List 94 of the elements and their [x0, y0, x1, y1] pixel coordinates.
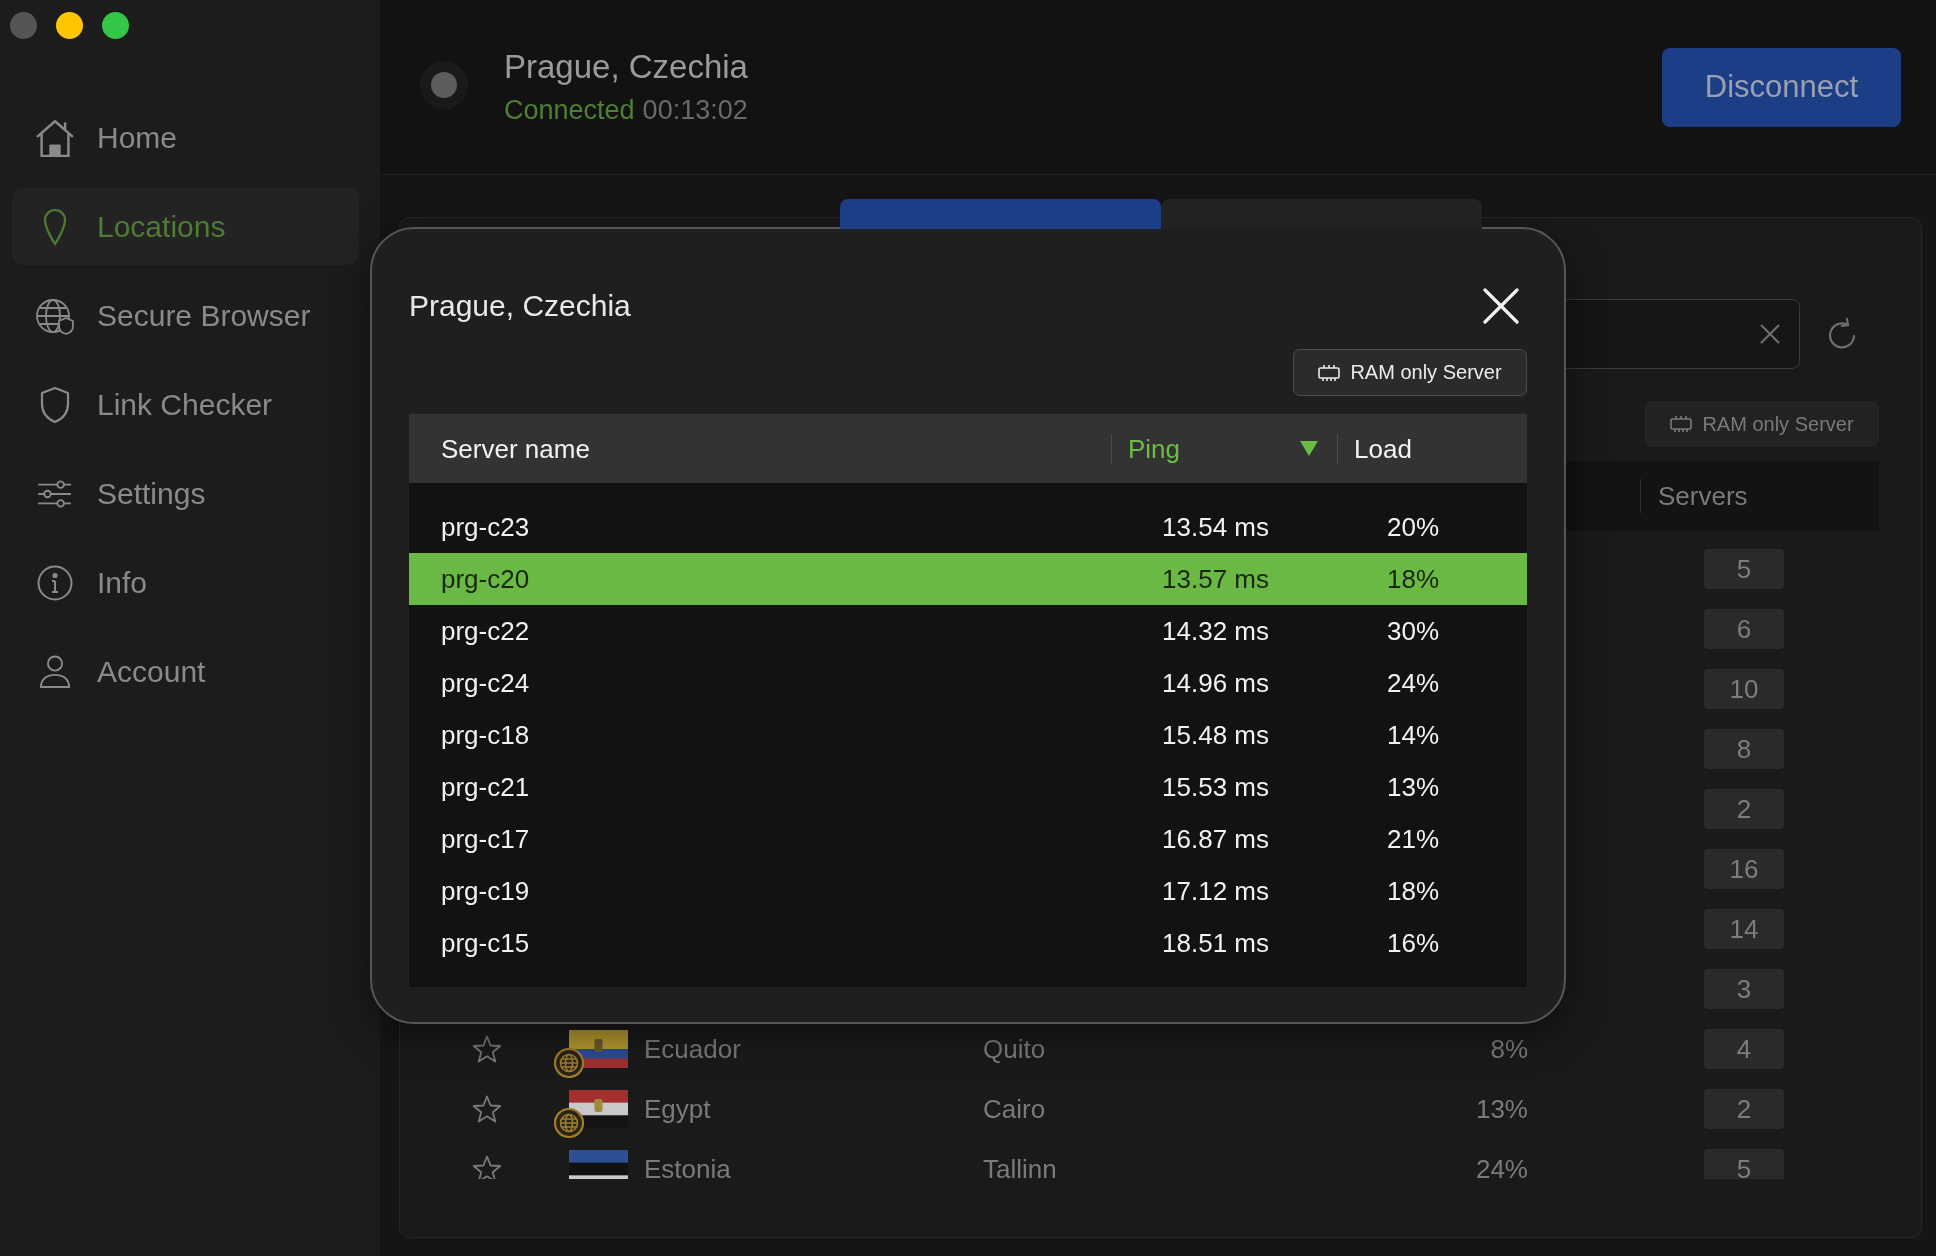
person-icon: [39, 653, 71, 690]
server-count: 14: [1704, 909, 1784, 949]
ping-value: 14.32 ms: [1162, 615, 1269, 647]
table-row[interactable]: prg-c23 13.54 ms 20%: [409, 501, 1527, 553]
shield-icon: [39, 385, 71, 424]
load-value: 16%: [1387, 927, 1440, 959]
sidebar-item[interactable]: Link Checker: [12, 366, 359, 443]
server-count: 16: [1704, 849, 1784, 889]
info-icon: [37, 564, 73, 601]
server-name: prg-c23: [440, 511, 530, 543]
load-value: 20%: [1387, 511, 1440, 543]
dialog-title: Prague, Czechia: [409, 289, 631, 323]
ping-value: 14.96 ms: [1162, 667, 1269, 699]
ram-filter-button[interactable]: RAM only Server: [1645, 401, 1879, 447]
sidebar-item[interactable]: Settings: [12, 455, 359, 532]
server-name: prg-c21: [440, 771, 530, 803]
ping-value: 15.53 ms: [1162, 771, 1269, 803]
city-name: Cairo: [983, 1093, 1046, 1125]
sidebar-item[interactable]: Home: [12, 99, 359, 176]
ping-value: 17.12 ms: [1162, 875, 1269, 907]
column-header[interactable]: Ping: [1128, 433, 1181, 464]
sidebar-item[interactable]: Info: [12, 544, 359, 621]
load-value: 8%: [1490, 1033, 1528, 1065]
load-value: 18%: [1387, 563, 1440, 595]
server-name: prg-c17: [440, 823, 530, 855]
ping-value: 13.54 ms: [1162, 511, 1269, 543]
sort-arrow-icon[interactable]: [1300, 441, 1318, 456]
server-count: 3: [1704, 969, 1784, 1009]
column-header[interactable]: Servers: [1640, 479, 1748, 513]
ping-value: 16.87 ms: [1162, 823, 1269, 855]
table-row[interactable]: prg-c24 14.96 ms 24%: [409, 657, 1527, 709]
connection-location: Prague, Czechia: [504, 48, 748, 86]
load-value: 13%: [1387, 771, 1440, 803]
window-minimize-button[interactable]: [56, 12, 83, 39]
table-row[interactable]: prg-c22 14.32 ms 30%: [409, 605, 1527, 657]
ping-value: 18.51 ms: [1162, 927, 1269, 959]
server-name: prg-c24: [440, 667, 530, 699]
ping-value: 15.48 ms: [1162, 719, 1269, 751]
star-icon[interactable]: [472, 1154, 502, 1179]
country-name: Ecuador: [644, 1033, 741, 1065]
connection-duration: 00:13:02: [642, 94, 748, 126]
ram-filter-button[interactable]: RAM only Server: [1293, 349, 1527, 396]
flag-icon: [569, 1030, 628, 1068]
chip-icon: [1670, 416, 1693, 432]
server-name: prg-c22: [440, 615, 530, 647]
globe-shield-icon: [36, 296, 74, 335]
column-header[interactable]: Server name: [441, 433, 590, 464]
server-count: 2: [1704, 1089, 1784, 1129]
sidebar-item[interactable]: Secure Browser: [12, 277, 359, 354]
server-name: prg-c20: [440, 563, 530, 595]
table-row[interactable]: prg-c21 15.53 ms 13%: [409, 761, 1527, 813]
table-row[interactable]: prg-c18 15.48 ms 14%: [409, 709, 1527, 761]
city-name: Quito: [983, 1033, 1046, 1065]
server-count: 8: [1704, 729, 1784, 769]
table-row[interactable]: prg-c19 17.12 ms 18%: [409, 865, 1527, 917]
load-value: 18%: [1387, 875, 1440, 907]
country-name: Estonia: [644, 1153, 731, 1179]
load-value: 14%: [1387, 719, 1440, 751]
column-header[interactable]: Load: [1354, 433, 1412, 464]
clear-icon[interactable]: [1759, 323, 1781, 345]
sidebar-item[interactable]: Account: [12, 633, 359, 710]
city-name: Tallinn: [983, 1153, 1057, 1179]
connection-status: Connected: [504, 94, 635, 126]
table-row[interactable]: prg-c20 13.57 ms 18%: [409, 553, 1527, 605]
server-count: 4: [1704, 1029, 1784, 1069]
server-name: prg-c15: [440, 927, 530, 959]
country-name: Egypt: [644, 1093, 711, 1125]
table-row[interactable]: prg-c17 16.87 ms 21%: [409, 813, 1527, 865]
server-count: 5: [1704, 1149, 1784, 1179]
load-value: 30%: [1387, 615, 1440, 647]
server-name: prg-c19: [440, 875, 530, 907]
flag-icon: [569, 1090, 628, 1128]
server-name: prg-c18: [440, 719, 530, 751]
close-icon[interactable]: [1483, 288, 1519, 324]
ping-value: 13.57 ms: [1162, 563, 1269, 595]
map-pin-icon: [42, 207, 68, 246]
load-value: 24%: [1387, 667, 1440, 699]
table-row[interactable]: prg-c15 18.51 ms 16%: [409, 917, 1527, 969]
star-icon[interactable]: [472, 1094, 502, 1124]
sliders-icon: [36, 478, 74, 509]
load-value: 21%: [1387, 823, 1440, 855]
refresh-icon[interactable]: [1827, 318, 1857, 350]
disconnect-button[interactable]: Disconnect: [1662, 47, 1901, 127]
server-count: 2: [1704, 789, 1784, 829]
server-count: 5: [1704, 549, 1784, 589]
load-value: 24%: [1475, 1153, 1528, 1179]
server-count: 10: [1704, 669, 1784, 709]
window-zoom-button[interactable]: [102, 12, 129, 39]
server-count: 6: [1704, 609, 1784, 649]
status-indicator-icon: [420, 61, 468, 109]
load-value: 13%: [1475, 1093, 1528, 1125]
star-icon[interactable]: [472, 1034, 502, 1064]
chip-icon: [1318, 364, 1341, 381]
house-icon: [35, 118, 75, 157]
